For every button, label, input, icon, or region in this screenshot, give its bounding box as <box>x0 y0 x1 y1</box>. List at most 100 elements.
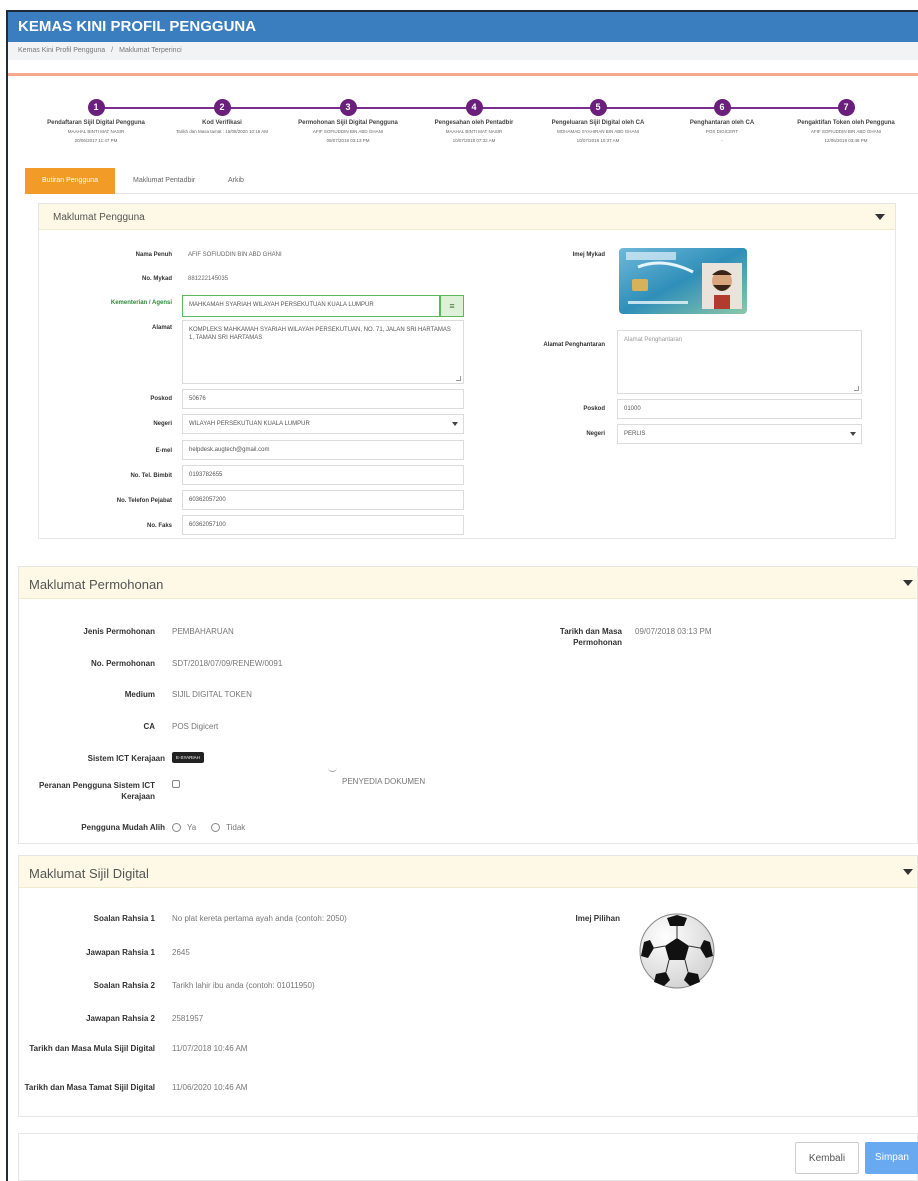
negeri-penghantaran-select[interactable]: PERLIS <box>617 424 862 444</box>
user-info-panel-header[interactable]: Maklumat Pengguna <box>39 204 895 230</box>
collapse-caret-icon[interactable] <box>903 869 913 875</box>
label-jenis-permohonan: Jenis Permohonan <box>83 627 155 636</box>
label-mudah-alih: Pengguna Mudah Alih <box>81 823 165 832</box>
label-soalan-rahsia-2: Soalan Rahsia 2 <box>93 981 155 990</box>
permohonan-panel-header[interactable]: Maklumat Permohonan <box>19 567 917 599</box>
label-sistem-ict: Sistem ICT Kerajaan <box>87 754 165 763</box>
step-date: 12/06/2019 03:48 PM <box>824 138 868 143</box>
value-tarikh-permohonan: 09/07/2018 03:13 PM <box>635 627 712 636</box>
label-tarikh-permohonan: Tarikh dan Masa Permohonan <box>559 627 622 647</box>
soccer-ball-icon <box>639 913 715 989</box>
value-tarikh-mula: 11/07/2018 10:46 AM <box>172 1044 248 1053</box>
label-imej-mykad: Imej Mykad <box>572 252 605 258</box>
value-jawapan-rahsia-2: 2581957 <box>172 1014 204 1023</box>
step-5: 5 Pengeluaran Sijil Digital oleh CA MOHA… <box>534 99 662 144</box>
peranan-checkbox[interactable] <box>172 780 180 788</box>
value-jenis-permohonan: PEMBAHARUAN <box>172 627 234 636</box>
value-mykad: 881222145035 <box>188 276 229 282</box>
radio-tidak[interactable] <box>211 823 220 832</box>
poskod-penghantaran-input[interactable]: 01000 <box>617 399 862 419</box>
step-number: 1 <box>87 99 105 116</box>
step-1: 1 Pendaftaran Sijil Digital Pengguna MAA… <box>32 99 160 144</box>
step-title: Permohonan Sijil Digital Pengguna <box>298 120 398 126</box>
label-alamat: Alamat <box>151 325 172 331</box>
label-tarikh-mula: Tarikh dan Masa Mula Sijil Digital <box>29 1044 155 1053</box>
chevron-down-icon <box>850 432 856 436</box>
step-date: 10/07/2018 10:37 AM <box>576 138 620 143</box>
step-actor: MAAHAL BINTI MAT NASIR <box>67 129 125 134</box>
step-title: Pengesahan oleh Pentadbir <box>434 120 514 126</box>
id-card-picture <box>619 248 747 314</box>
step-7: 7 Pengaktifan Token oleh Pengguna AFIF S… <box>782 99 910 144</box>
value-soalan-rahsia-1: No plat kereta pertama ayah anda (contoh… <box>172 914 347 923</box>
tel-pejabat-input[interactable]: 60362057200 <box>182 490 464 510</box>
permohonan-panel: Maklumat Permohonan <box>18 566 918 844</box>
step-title: Pendaftaran Sijil Digital Pengguna <box>47 120 145 126</box>
label-poskod-penghantaran: Poskod <box>583 406 605 412</box>
alamat-textarea[interactable]: KOMPLEKS MAHKAMAH SYARIAH WILAYAH PERSEK… <box>182 320 464 384</box>
breadcrumb: Kemas Kini Profil Pengguna / Maklumat Terp… <box>8 42 918 60</box>
step-number: 2 <box>213 99 231 116</box>
sijil-digital-panel-header[interactable]: Maklumat Sijil Digital <box>19 856 917 888</box>
faks-input[interactable]: 60362057100 <box>182 515 464 535</box>
step-date: - <box>721 138 723 143</box>
tab-arkib[interactable]: Arkib <box>220 168 252 194</box>
label-jawapan-rahsia-1: Jawapan Rahsia 1 <box>86 948 155 957</box>
progress-stepper: 1 Pendaftaran Sijil Digital Pengguna MAA… <box>20 95 910 155</box>
value-jawapan-rahsia-1: 2645 <box>172 948 190 957</box>
panel-title: Maklumat Pengguna <box>53 212 145 223</box>
step-actor: AFIF SOFIUDDIN BIN ABD GHANI <box>312 129 384 134</box>
breadcrumb-item-profile[interactable]: Kemas Kini Profil Pengguna <box>18 47 105 54</box>
list-icon[interactable]: ≡ <box>440 295 464 317</box>
value-soalan-rahsia-2: Tarikh lahir ibu anda (contoh: 01011950) <box>172 981 315 990</box>
step-number: 7 <box>837 99 855 116</box>
negeri-penghantaran-selected: PERLIS <box>624 431 646 437</box>
emel-input[interactable]: helpdesk.augtech@gmail.com <box>182 440 464 460</box>
value-nama-penuh: AFIF SOFIUDDIN BIN ABD GHANI <box>188 252 282 258</box>
step-actor: Tarikh dan Masa tamat : 15/08/2020 10:16… <box>175 129 269 134</box>
label-negeri: Negeri <box>153 421 172 427</box>
label-alamat-penghantaran: Alamat Penghantaran <box>543 342 605 348</box>
step-date: 20/06/2017 11:47 PM <box>74 138 118 143</box>
agensi-field[interactable]: MAHKAMAH SYARIAH WILAYAH PERSEKUTUAN KUA… <box>182 295 440 317</box>
step-6: 6 Penghantaran oleh CA POS DIGICERT - <box>658 99 786 144</box>
label-emel: E-mel <box>155 448 172 454</box>
step-date: 09/07/2018 03:13 PM <box>326 138 370 143</box>
radio-ya[interactable] <box>172 823 181 832</box>
label-tidak: Tidak <box>226 823 246 832</box>
alamat-penghantaran-placeholder: Alamat Penghantaran <box>624 337 683 343</box>
collapse-caret-icon[interactable] <box>903 580 913 586</box>
step-4: 4 Pengesahan oleh Pentadbir MAAHAL BINTI… <box>410 99 538 144</box>
sistem-ict-badge: E-SYARIAH <box>172 752 204 763</box>
tab-butiran-pengguna[interactable]: Butiran Pengguna <box>25 168 115 194</box>
tab-maklumat-pentadbir[interactable]: Maklumat Pentadbir <box>125 168 203 194</box>
panel-title: Maklumat Sijil Digital <box>29 866 149 881</box>
poskod-input[interactable]: 50676 <box>182 389 464 409</box>
label-tel-bimbit: No. Tel. Bimbit <box>130 473 172 479</box>
label-no-permohonan: No. Permohonan <box>90 659 155 668</box>
form-footer: Kembali Simpan <box>18 1133 918 1181</box>
collapse-caret-icon[interactable] <box>875 214 885 220</box>
label-negeri-penghantaran: Negeri <box>586 431 605 437</box>
alamat-penghantaran-textarea[interactable]: Alamat Penghantaran <box>617 330 862 394</box>
resize-handle-icon[interactable] <box>456 376 461 381</box>
value-tarikh-tamat: 11/06/2020 10:46 AM <box>172 1083 248 1092</box>
step-title: Kod Verifikasi <box>202 120 242 126</box>
value-peranan: PENYEDIA DOKUMEN <box>342 777 426 786</box>
simpan-button[interactable]: Simpan <box>865 1142 918 1174</box>
tel-bimbit-input[interactable]: 0193782655 <box>182 465 464 485</box>
chevron-down-icon <box>452 422 458 426</box>
header-divider <box>8 73 918 76</box>
kembali-button[interactable]: Kembali <box>795 1142 859 1174</box>
step-title: Pengeluaran Sijil Digital oleh CA <box>551 120 645 126</box>
label-tarikh-tamat: Tarikh dan Masa Tamat Sijil Digital <box>24 1083 155 1092</box>
mykad-image <box>618 247 748 315</box>
resize-handle-icon[interactable] <box>854 386 859 391</box>
step-number: 3 <box>339 99 357 116</box>
negeri-select[interactable]: WILAYAH PERSEKUTUAN KUALA LUMPUR <box>182 414 464 434</box>
breadcrumb-separator: / <box>111 47 114 54</box>
step-date: 10/07/2018 07:32 AM <box>452 138 496 143</box>
breadcrumb-item-detail: Maklumat Terperinci <box>119 47 182 54</box>
tab-bar: Butiran Pengguna Maklumat Pentadbir Arki… <box>25 168 918 194</box>
step-actor: MAAHAL BINTI MAT NASIR <box>445 129 503 134</box>
